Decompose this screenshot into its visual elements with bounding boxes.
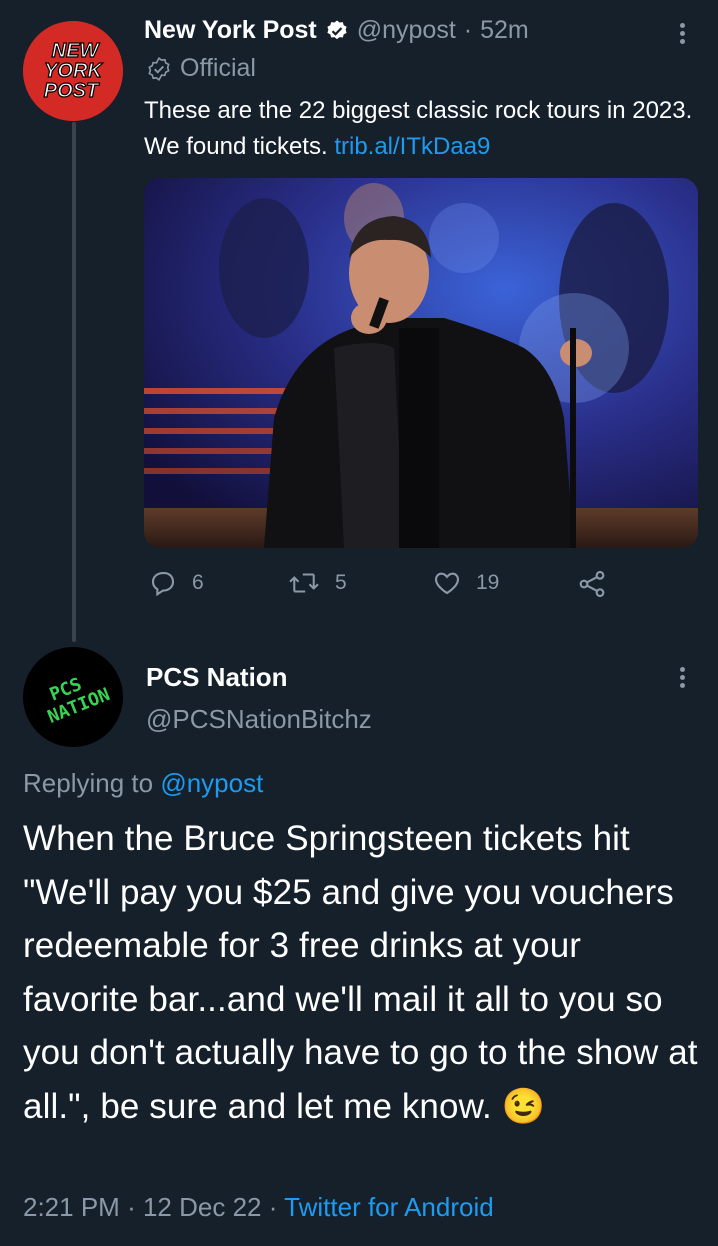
source-dot: · xyxy=(268,1192,278,1222)
reply-body: When the Bruce Springsteen tickets hit "… xyxy=(23,819,698,1126)
tweet-media-image[interactable] xyxy=(144,178,698,548)
reply-tweet-text: When the Bruce Springsteen tickets hit "… xyxy=(23,812,703,1133)
pcsnation-logo: PCS NATION xyxy=(23,647,123,747)
concert-photo xyxy=(144,178,698,548)
svg-text:YORK: YORK xyxy=(44,60,103,82)
official-badge-icon xyxy=(148,56,170,81)
pcsnation-avatar[interactable]: PCS NATION xyxy=(23,647,123,747)
retweet-action[interactable]: 5 xyxy=(287,568,347,598)
verified-badge-icon xyxy=(327,20,347,39)
like-count: 19 xyxy=(476,571,500,594)
reply-author-name[interactable]: PCS Nation xyxy=(146,662,288,693)
author-handle[interactable]: @nypost xyxy=(357,16,456,45)
time-ago[interactable]: 52m xyxy=(480,16,529,45)
reply-author-handle[interactable]: @PCSNationBitchz xyxy=(146,704,372,735)
replying-to-handle[interactable]: @nypost xyxy=(160,768,263,798)
timestamp-time[interactable]: 2:21 PM xyxy=(23,1192,120,1222)
svg-text:POST: POST xyxy=(44,80,100,102)
parent-tweet-text: These are the 22 biggest classic rock to… xyxy=(144,93,699,165)
reply-count: 6 xyxy=(192,571,204,594)
like-action[interactable]: 19 xyxy=(432,568,499,598)
tweet-timestamp: 2:21 PM · 12 Dec 22 · Twitter for Androi… xyxy=(23,1192,494,1223)
official-text: Official xyxy=(180,54,256,82)
nypost-logo: NEW YORK POST xyxy=(23,21,123,121)
retweet-count: 5 xyxy=(335,571,347,594)
official-label: Official xyxy=(146,54,256,83)
tweet-link[interactable]: trib.al/ITkDaa9 xyxy=(334,133,490,160)
tweet-source[interactable]: Twitter for Android xyxy=(284,1192,494,1222)
reply-action[interactable]: 6 xyxy=(148,568,204,598)
replying-to: Replying to @nypost xyxy=(23,768,263,799)
more-options-icon[interactable] xyxy=(678,20,686,47)
share-icon xyxy=(579,570,605,598)
retweet-icon xyxy=(289,573,319,593)
reply-more-options-icon[interactable] xyxy=(678,664,686,691)
reply-icon xyxy=(151,571,175,597)
svg-text:NEW: NEW xyxy=(52,40,101,62)
timestamp-date[interactable]: 12 Dec 22 xyxy=(143,1192,262,1222)
separator-dot: · xyxy=(463,16,473,44)
share-action[interactable] xyxy=(576,568,608,600)
nypost-avatar[interactable]: NEW YORK POST xyxy=(23,21,123,121)
timestamp-dot: · xyxy=(127,1192,136,1222)
heart-icon xyxy=(434,572,460,595)
wink-emoji: 😉 xyxy=(501,1086,546,1126)
thread-connector-line xyxy=(72,122,76,642)
replying-to-label: Replying to xyxy=(23,768,154,798)
author-name[interactable]: New York Post xyxy=(144,16,317,45)
parent-tweet-header: New York Post @nypost · 52m xyxy=(144,16,529,45)
